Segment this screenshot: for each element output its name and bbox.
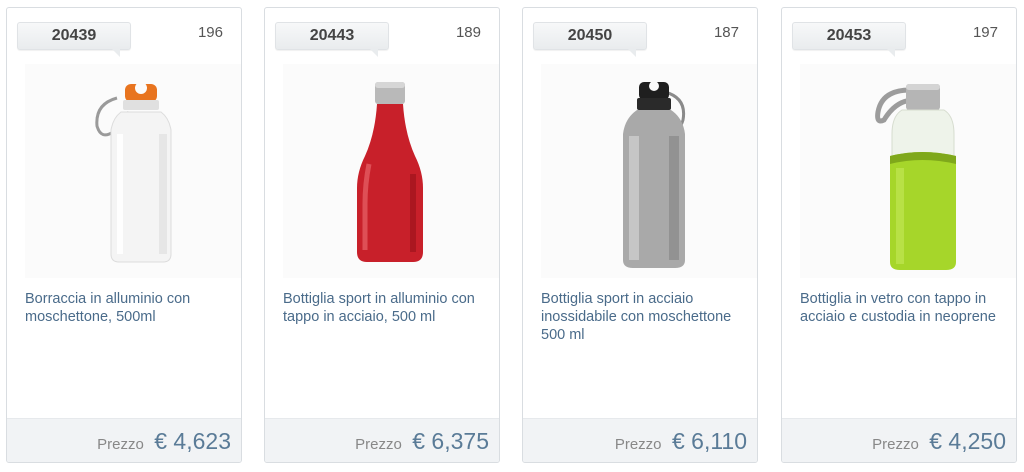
price-bar: Prezzo € 4,250 [782, 418, 1016, 462]
price-value: € 4,250 [929, 428, 1006, 454]
product-title-link[interactable]: Bottiglia sport in acciaio inossidabile … [541, 290, 741, 344]
price-label: Prezzo [97, 436, 144, 453]
product-image[interactable] [800, 64, 1016, 278]
product-card[interactable]: 20450 187 Bottiglia sport in acciaio ino… [522, 7, 758, 463]
product-count: 187 [713, 24, 739, 41]
price-label: Prezzo [872, 436, 919, 453]
price-bar: Prezzo € 6,375 [265, 418, 499, 462]
product-card[interactable]: 20439 196 Borraccia in alluminio con mos… [6, 7, 242, 463]
product-code-tag: 20439 [17, 22, 131, 57]
product-title-link[interactable]: Bottiglia in vetro con tappo in acciaio … [800, 290, 1000, 326]
product-image[interactable] [541, 64, 757, 278]
product-title-link[interactable]: Bottiglia sport in alluminio con tappo i… [283, 290, 483, 326]
product-code-tag: 20443 [275, 22, 389, 57]
product-code-tag: 20450 [533, 22, 647, 57]
product-card[interactable]: 20453 197 Bottiglia in vetro con tappo i… [781, 7, 1017, 463]
glass-bottle-icon [875, 84, 956, 270]
price-value: € 4,623 [154, 428, 231, 454]
product-image[interactable] [283, 64, 499, 278]
product-count: 189 [455, 24, 481, 41]
steel-bottle-icon [623, 81, 686, 268]
price-bar: Prezzo € 4,623 [7, 418, 241, 462]
price-value: € 6,110 [671, 428, 747, 454]
price-bar: Prezzo € 6,110 [523, 418, 757, 462]
price-label: Prezzo [355, 436, 402, 453]
price-label: Prezzo [614, 436, 662, 453]
product-image[interactable] [25, 64, 241, 278]
product-grid: 20439 196 Borraccia in alluminio con mos… [0, 0, 1024, 472]
product-title-link[interactable]: Borraccia in alluminio con moschettone, … [25, 290, 225, 326]
red-bottle-icon [357, 82, 423, 262]
product-card[interactable]: 20443 189 Bottiglia sport in alluminio c… [264, 7, 500, 463]
price-value: € 6,375 [412, 428, 489, 454]
product-count: 196 [197, 24, 223, 41]
product-count: 197 [972, 24, 998, 41]
product-code-tag: 20453 [792, 22, 906, 57]
white-aluminium-bottle-icon [95, 82, 172, 263]
